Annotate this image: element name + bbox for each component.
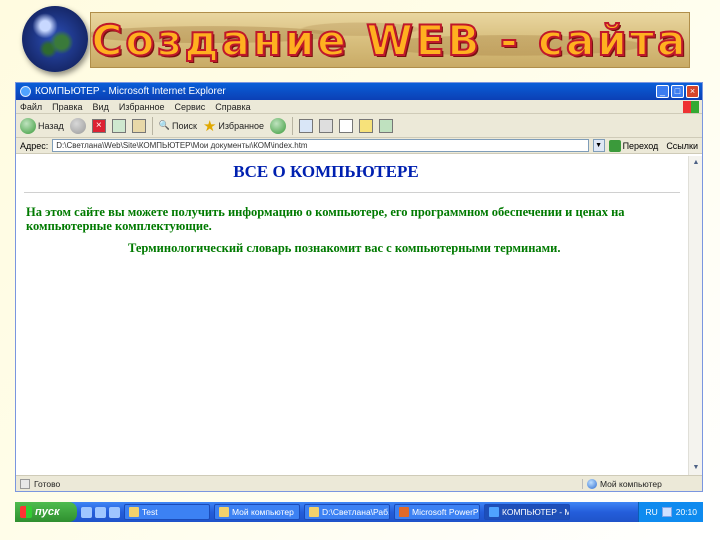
intro-text: На этом сайте вы можете получить информа… xyxy=(26,205,625,233)
forward-button[interactable] xyxy=(69,117,86,134)
powerpoint-icon xyxy=(399,507,409,517)
folder-icon xyxy=(129,507,139,517)
windows-flag-icon xyxy=(20,506,32,518)
browser-window: КОМПЬЮТЕР - Microsoft Internet Explorer … xyxy=(15,82,703,492)
computer-icon xyxy=(219,507,229,517)
status-text: Готово xyxy=(34,478,61,489)
slide-banner: Создание WEB - сайта xyxy=(90,12,690,68)
page-heading: ВСЕ О КОМПЬЮТЕРЕ xyxy=(233,162,419,181)
menu-view[interactable]: Вид xyxy=(93,102,109,112)
discuss-button[interactable] xyxy=(359,118,374,133)
windows-logo-icon xyxy=(683,100,699,113)
refresh-button[interactable] xyxy=(111,118,126,133)
home-button[interactable] xyxy=(131,118,146,133)
security-zone: Мой компьютер xyxy=(582,478,702,489)
title-bar[interactable]: КОМПЬЮТЕР - Microsoft Internet Explorer … xyxy=(16,83,702,100)
media-quicklaunch-icon[interactable] xyxy=(95,506,106,518)
address-input[interactable]: D:\Светлана\Web\Site\КОМПЬЮТЕР\Мои докум… xyxy=(52,139,589,152)
back-label: Назад xyxy=(38,120,64,131)
vertical-scrollbar[interactable]: ▲ ▼ xyxy=(688,156,702,475)
window-title: КОМПЬЮТЕР - Microsoft Internet Explorer xyxy=(35,86,226,97)
ie-icon xyxy=(20,86,31,97)
page-content: ВСЕ О КОМПЬЮТЕРЕ На этом сайте вы можете… xyxy=(16,156,688,475)
edit-button[interactable] xyxy=(339,118,354,133)
favorites-label: Избранное xyxy=(218,120,265,131)
menu-bar: Файл Правка Вид Избранное Сервис Справка xyxy=(16,100,702,114)
stop-button[interactable]: × xyxy=(91,118,106,133)
maximize-button[interactable]: □ xyxy=(671,85,684,98)
taskbar-item[interactable]: D:\Светлана\Раб... xyxy=(304,504,390,520)
start-button[interactable]: пуск xyxy=(15,502,77,522)
language-indicator[interactable]: RU xyxy=(645,507,657,517)
taskbar: пуск Test Мой компьютер D:\Светлана\Раб.… xyxy=(15,502,703,522)
tray-icon[interactable] xyxy=(661,507,672,517)
menu-file[interactable]: Файл xyxy=(20,102,42,112)
links-button[interactable]: Ссылки xyxy=(666,141,702,151)
clock[interactable]: 20:10 xyxy=(676,507,697,517)
print-button[interactable] xyxy=(319,118,334,133)
ie-icon xyxy=(489,507,499,517)
start-label: пуск xyxy=(35,506,60,518)
scroll-down-icon[interactable]: ▼ xyxy=(690,462,702,474)
search-label: Поиск xyxy=(172,120,197,131)
address-label: Адрес: xyxy=(20,140,49,151)
toolbar: Назад × 🔍 Поиск ★ Избранное xyxy=(16,114,702,138)
divider xyxy=(24,192,680,193)
system-tray: RU 20:10 xyxy=(638,502,703,522)
menu-tools[interactable]: Сервис xyxy=(174,102,205,112)
ie-quicklaunch-icon[interactable] xyxy=(81,506,92,518)
messenger-button[interactable] xyxy=(379,118,394,133)
taskbar-item[interactable]: Microsoft PowerPo... xyxy=(394,504,480,520)
slide-title: Создание WEB - сайта xyxy=(91,15,689,66)
taskbar-item-active[interactable]: КОМПЬЮТЕР - Mi... xyxy=(484,504,570,520)
computer-icon xyxy=(587,478,597,489)
star-icon: ★ xyxy=(202,117,217,135)
address-bar: Адрес: D:\Светлана\Web\Site\КОМПЬЮТЕР\Мо… xyxy=(16,138,702,154)
page-icon xyxy=(20,478,30,489)
desktop-quicklaunch-icon[interactable] xyxy=(109,506,120,518)
glossary-link[interactable]: Терминологический словарь познакомит вас… xyxy=(128,241,688,256)
go-label: Переход xyxy=(622,140,659,151)
menu-help[interactable]: Справка xyxy=(215,102,250,112)
taskbar-item[interactable]: Мой компьютер xyxy=(214,504,300,520)
globe-icon xyxy=(22,6,88,72)
history-button[interactable] xyxy=(270,117,287,134)
status-bar: Готово Мой компьютер xyxy=(16,475,702,491)
quick-launch xyxy=(81,506,120,518)
go-arrow-icon xyxy=(608,139,621,152)
minimize-button[interactable]: _ xyxy=(656,85,669,98)
scroll-up-icon[interactable]: ▲ xyxy=(690,157,702,169)
close-button[interactable]: × xyxy=(686,85,699,98)
menu-favorites[interactable]: Избранное xyxy=(119,102,165,112)
address-dropdown-button[interactable]: ▼ xyxy=(592,139,605,152)
taskbar-item[interactable]: Test xyxy=(124,504,210,520)
mail-button[interactable] xyxy=(299,118,314,133)
favorites-button[interactable]: ★ Избранное xyxy=(203,117,264,135)
menu-edit[interactable]: Правка xyxy=(52,102,82,112)
back-arrow-icon xyxy=(20,117,36,134)
search-button[interactable]: 🔍 Поиск xyxy=(159,120,197,131)
search-icon: 🔍 xyxy=(158,120,171,130)
back-button[interactable]: Назад xyxy=(20,117,64,134)
folder-icon xyxy=(309,507,319,517)
go-button[interactable]: Переход xyxy=(608,139,663,152)
zone-label: Мой компьютер xyxy=(600,478,662,489)
